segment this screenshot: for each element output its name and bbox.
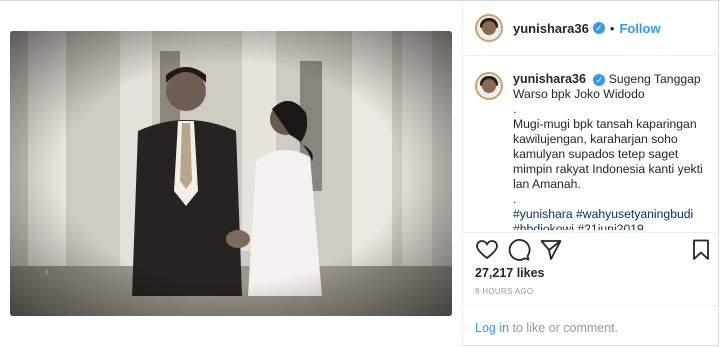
caption-hashtags-1[interactable]: #yunishara #wahyusetyaningbudi — [513, 207, 693, 221]
likes-count[interactable]: 27,217 likes — [475, 266, 545, 280]
verified-badge-icon: ✓ — [593, 73, 606, 86]
verified-badge-icon: ✓ — [592, 22, 605, 34]
share-icon[interactable] — [539, 238, 563, 262]
heart-icon[interactable] — [475, 238, 499, 262]
post-sidebar: yunishara36 ✓ • Follow yunishara36 ✓ Sug… — [462, 1, 720, 347]
caption-row: yunishara36 ✓ Sugeng Tanggap Warso bpk J… — [475, 72, 708, 230]
post-username[interactable]: yunishara36 — [513, 21, 589, 36]
header-separator: • — [609, 20, 615, 36]
bookmark-icon[interactable] — [689, 238, 713, 262]
comment-icon[interactable] — [507, 238, 531, 262]
post-header: yunishara36 ✓ • Follow — [463, 1, 720, 56]
caption-body: Mugi-mugi bpk tansah kaparingan kawiluje… — [513, 117, 703, 191]
instagram-post: ‹ yunishara36 ✓ • Follow yunishara36 ✓ S… — [0, 0, 720, 347]
post-timestamp[interactable]: 8 HOURS AGO — [475, 287, 533, 296]
caption-hashtags-2[interactable]: #hbdjokowi #21juni2019 — [513, 222, 644, 230]
avatar[interactable] — [475, 14, 503, 42]
follow-button[interactable]: Follow — [619, 21, 660, 36]
caption-section: yunishara36 ✓ Sugeng Tanggap Warso bpk J… — [463, 57, 720, 230]
post-media: ‹ — [0, 1, 462, 347]
login-prompt: Log in to like or comment. — [463, 305, 720, 347]
caption-avatar[interactable] — [475, 72, 503, 100]
avatar-face — [482, 21, 496, 35]
caption-username[interactable]: yunishara36 — [513, 72, 586, 86]
action-bar — [463, 232, 720, 266]
carousel-indicator: ‹ — [45, 267, 49, 278]
login-link[interactable]: Log in — [475, 321, 509, 335]
photo-illustration — [10, 31, 452, 316]
caption-dot2: . — [513, 192, 517, 206]
caption-text: yunishara36 ✓ Sugeng Tanggap Warso bpk J… — [513, 72, 708, 230]
caption-dot1: . — [513, 102, 517, 116]
login-prompt-text: to like or comment. — [509, 321, 619, 335]
post-photo[interactable] — [10, 31, 452, 316]
avatar-face — [482, 79, 496, 93]
